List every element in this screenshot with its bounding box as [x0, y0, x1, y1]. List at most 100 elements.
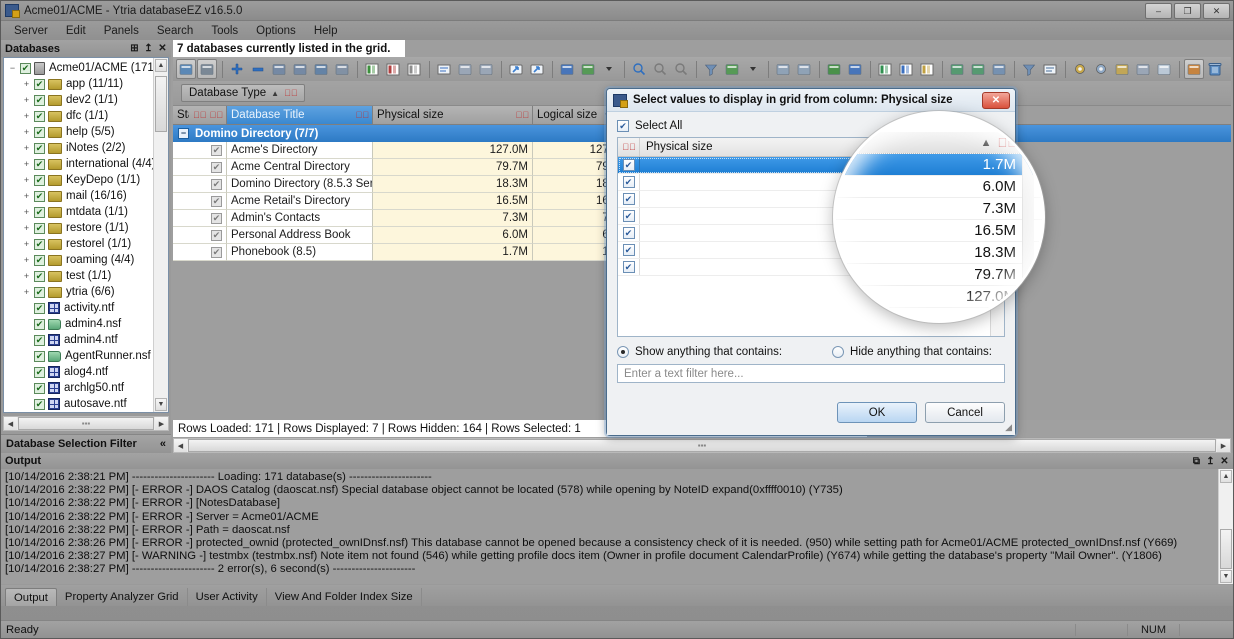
filter-icon[interactable]: ✗⃥	[284, 88, 297, 98]
output-vertical-scrollbar[interactable]: ▲ ▼	[1218, 469, 1233, 584]
toolbar-button-41[interactable]	[917, 59, 937, 79]
toolbar-button-47[interactable]	[1019, 59, 1039, 79]
tree-item-checkbox[interactable]: ✔	[34, 190, 45, 202]
filter-icon[interactable]: ✗⃥	[210, 110, 223, 120]
menu-tools[interactable]: Tools	[202, 23, 247, 39]
row-checkbox[interactable]: ✔	[211, 246, 222, 258]
toolbar-button-23[interactable]	[599, 59, 619, 79]
row-physical-size[interactable]: 16.5M	[373, 193, 533, 210]
tree-item-checkbox[interactable]: ✔	[34, 286, 45, 298]
expand-toggle-icon[interactable]: +	[20, 270, 33, 283]
toolbar-button-37[interactable]	[845, 59, 865, 79]
toolbar-button-29[interactable]	[701, 59, 721, 79]
expand-toggle-icon[interactable]: +	[20, 206, 33, 219]
toolbar-button-25[interactable]	[629, 59, 649, 79]
toolbar-button-33[interactable]	[773, 59, 793, 79]
database-selection-filter-bar[interactable]: Database Selection Filter «	[1, 434, 171, 453]
tab-view-and-folder-index-size[interactable]: View And Folder Index Size	[267, 588, 422, 606]
tree-item-checkbox[interactable]: ✔	[34, 126, 45, 138]
menu-help[interactable]: Help	[305, 23, 347, 39]
tree-item[interactable]: ✔ alog4.ntf	[6, 364, 168, 380]
output-scroll-up-arrow[interactable]: ▲	[1220, 470, 1232, 483]
tree-scroll-up-arrow[interactable]: ▲	[155, 59, 167, 72]
grid-horizontal-scrollbar[interactable]: ◀ ▪▪▪ ▶	[173, 438, 1231, 453]
tab-property-analyzer-grid[interactable]: Property Analyzer Grid	[57, 588, 188, 606]
tab-output[interactable]: Output	[5, 588, 57, 606]
expand-toggle-icon[interactable]: +	[20, 254, 33, 267]
tree-item[interactable]: + ✔ roaming (4/4)	[6, 252, 168, 268]
expand-icon[interactable]: ⊞	[128, 42, 141, 55]
tree-item[interactable]: + ✔ international (4/4)	[6, 156, 168, 172]
tree-item[interactable]: + ✔ KeyDepo (1/1)	[6, 172, 168, 188]
cancel-button[interactable]: Cancel	[925, 402, 1005, 423]
toolbar-button-14[interactable]	[434, 59, 454, 79]
group-collapse-icon[interactable]: −	[178, 128, 189, 139]
toolbar-button-31[interactable]	[743, 59, 763, 79]
row-database-title[interactable]: Personal Address Book	[227, 227, 373, 244]
row-status-cell[interactable]: ✔	[173, 193, 227, 210]
value-checkbox[interactable]: ✔	[622, 193, 635, 205]
tree-scroll-down-arrow[interactable]: ▼	[155, 398, 167, 411]
toolbar-button-11[interactable]	[383, 59, 403, 79]
menu-search[interactable]: Search	[148, 23, 202, 39]
tree-item[interactable]: + ✔ iNotes (2/2)	[6, 140, 168, 156]
hide-contains-radio[interactable]	[832, 346, 845, 358]
close-button[interactable]: ✕	[1203, 3, 1230, 19]
filter-icon[interactable]: ✗⃥	[516, 110, 529, 120]
database-tree[interactable]: − ✔ Acme01/ACME (171/. + ✔ app (11/11) + ✔ dev2 …	[3, 57, 169, 413]
value-checkbox[interactable]: ✔	[622, 244, 635, 256]
expand-toggle-icon[interactable]: +	[20, 110, 33, 123]
row-database-title[interactable]: Phonebook (8.5)	[227, 244, 373, 261]
tree-item[interactable]: ✔billing.ntf	[6, 412, 168, 413]
tree-item-checkbox[interactable]: ✔	[34, 238, 45, 250]
toolbar-button-8[interactable]	[332, 59, 352, 79]
toolbar-button-21[interactable]	[557, 59, 577, 79]
pin-icon[interactable]: ↥	[142, 42, 155, 55]
sort-asc-icon[interactable]: ▲	[271, 89, 279, 98]
row-checkbox[interactable]: ✔	[211, 144, 222, 156]
toolbar-button-3[interactable]	[227, 59, 247, 79]
row-status-cell[interactable]: ✔	[173, 176, 227, 193]
toolbar-button-53[interactable]	[1133, 59, 1153, 79]
tree-item-checkbox[interactable]: ✔	[34, 94, 45, 106]
tree-item-checkbox[interactable]: ✔	[34, 110, 45, 122]
value-checkbox-cell[interactable]: ✔	[618, 208, 640, 224]
dialog-resize-grip[interactable]: ◢	[1005, 422, 1012, 433]
row-checkbox[interactable]: ✔	[211, 161, 222, 173]
tab-user-activity[interactable]: User Activity	[188, 588, 267, 606]
toolbar-button-0[interactable]	[176, 59, 196, 79]
expand-toggle-icon[interactable]: +	[20, 158, 33, 171]
toolbar-button-15[interactable]	[455, 59, 475, 79]
menu-panels[interactable]: Panels	[95, 23, 148, 39]
tree-item-checkbox[interactable]: ✔	[34, 398, 45, 410]
tree-item[interactable]: + ✔ ytria (6/6)	[6, 284, 168, 300]
tree-item[interactable]: ✔ AgentRunner.nsf	[6, 348, 168, 364]
tree-item-checkbox[interactable]: ✔	[20, 62, 31, 74]
tree-item-checkbox[interactable]: ✔	[34, 318, 45, 330]
expand-toggle-icon[interactable]: +	[20, 94, 33, 107]
tree-item-checkbox[interactable]: ✔	[34, 270, 45, 282]
tree-item[interactable]: ✔ admin4.nsf	[6, 316, 168, 332]
filter-mode-radios[interactable]: Show anything that contains: Hide anythi…	[617, 346, 1005, 358]
toolbar-button-54[interactable]	[1154, 59, 1174, 79]
output-scroll-down-arrow[interactable]: ▼	[1220, 570, 1232, 583]
filter-icon[interactable]: ✗⃥	[193, 110, 206, 120]
grid-hscroll-left-arrow[interactable]: ◀	[174, 439, 187, 452]
restore-icon[interactable]: ⧉	[1190, 455, 1203, 468]
tree-item-checkbox[interactable]: ✔	[34, 174, 45, 186]
row-database-title[interactable]: Admin's Contacts	[227, 210, 373, 227]
row-database-title[interactable]: Acme Central Directory	[227, 159, 373, 176]
tree-item[interactable]: + ✔ mtdata (1/1)	[6, 204, 168, 220]
toolbar-button-52[interactable]	[1112, 59, 1132, 79]
tree-scroll-thumb[interactable]	[155, 76, 167, 132]
value-checkbox[interactable]: ✔	[622, 261, 635, 273]
tree-item[interactable]: + ✔ app (11/11)	[6, 76, 168, 92]
toolbar-button-34[interactable]	[794, 59, 814, 79]
toolbar-button-18[interactable]	[506, 59, 526, 79]
toolbar-button-16[interactable]	[476, 59, 496, 79]
filter-icon[interactable]: ✗⃥	[356, 110, 369, 120]
tree-item[interactable]: + ✔ restorel (1/1)	[6, 236, 168, 252]
expand-toggle-icon[interactable]: +	[20, 238, 33, 251]
tree-item[interactable]: ✔ archlg50.ntf	[6, 380, 168, 396]
collapse-chevron-icon[interactable]: «	[160, 438, 166, 450]
